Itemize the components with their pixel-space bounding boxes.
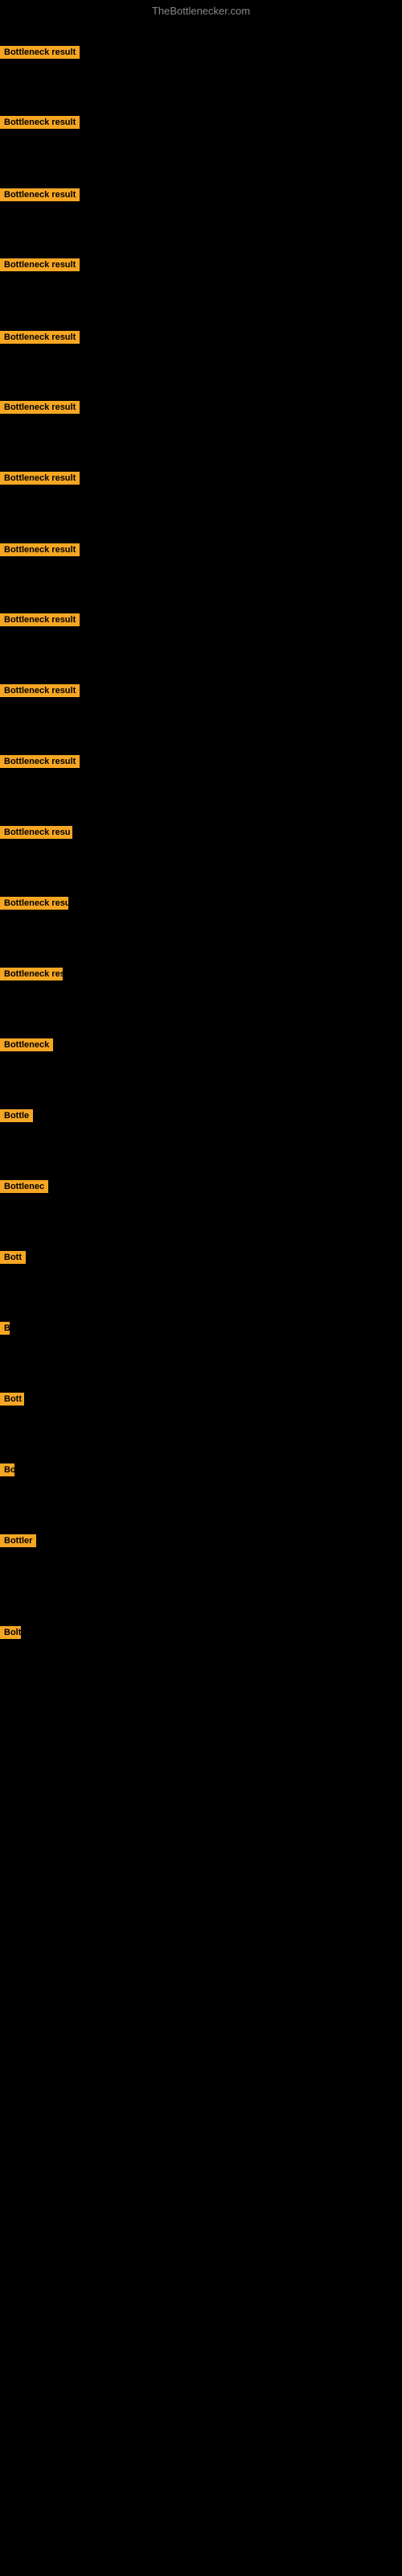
badge-text-4: Bottleneck result <box>0 331 80 344</box>
badge-text-14: Bottleneck <box>0 1038 53 1051</box>
badge-text-18: B <box>0 1322 10 1335</box>
badge-text-1: Bottleneck result <box>0 116 80 129</box>
badge-text-19: Bott <box>0 1393 24 1406</box>
badge-text-7: Bottleneck result <box>0 543 80 556</box>
badge-text-17: Bott <box>0 1251 26 1264</box>
badge-text-0: Bottleneck result <box>0 46 80 59</box>
bottleneck-badge-10: Bottleneck result <box>0 755 80 772</box>
bottleneck-badge-16: Bottlenec <box>0 1180 48 1197</box>
badge-text-3: Bottleneck result <box>0 258 80 271</box>
badge-text-10: Bottleneck result <box>0 755 80 768</box>
bottleneck-badge-11: Bottleneck resu <box>0 826 72 843</box>
badge-text-2: Bottleneck result <box>0 188 80 201</box>
bottleneck-badge-19: Bott <box>0 1393 24 1410</box>
bottleneck-badge-5: Bottleneck result <box>0 401 80 418</box>
bottleneck-badge-14: Bottleneck <box>0 1038 53 1055</box>
bottleneck-badge-2: Bottleneck result <box>0 188 80 205</box>
badge-text-22: Bolt <box>0 1626 21 1639</box>
bottleneck-badge-18: B <box>0 1322 10 1339</box>
bottleneck-badge-17: Bott <box>0 1251 26 1268</box>
bottleneck-badge-6: Bottleneck result <box>0 472 80 489</box>
bottleneck-badge-7: Bottleneck result <box>0 543 80 560</box>
bottleneck-badge-21: Bottler <box>0 1534 36 1551</box>
badge-text-6: Bottleneck result <box>0 472 80 485</box>
bottleneck-badge-9: Bottleneck result <box>0 684 80 701</box>
bottleneck-badge-13: Bottleneck res <box>0 968 63 985</box>
badge-text-13: Bottleneck res <box>0 968 63 980</box>
bottleneck-badge-4: Bottleneck result <box>0 331 80 348</box>
bottleneck-badge-3: Bottleneck result <box>0 258 80 275</box>
badge-text-16: Bottlenec <box>0 1180 48 1193</box>
badge-text-12: Bottleneck resu <box>0 897 68 910</box>
badge-text-20: Bo <box>0 1463 14 1476</box>
bottleneck-badge-1: Bottleneck result <box>0 116 80 133</box>
bottleneck-badge-0: Bottleneck result <box>0 46 80 63</box>
badge-text-5: Bottleneck result <box>0 401 80 414</box>
bottleneck-badge-15: Bottle <box>0 1109 33 1126</box>
bottleneck-badge-22: Bolt <box>0 1626 21 1643</box>
badge-text-21: Bottler <box>0 1534 36 1547</box>
bottleneck-badge-20: Bo <box>0 1463 14 1480</box>
badge-text-8: Bottleneck result <box>0 613 80 626</box>
badge-text-11: Bottleneck resu <box>0 826 72 839</box>
bottleneck-badge-8: Bottleneck result <box>0 613 80 630</box>
site-title: TheBottlenecker.com <box>0 5 402 17</box>
badge-text-15: Bottle <box>0 1109 33 1122</box>
badge-text-9: Bottleneck result <box>0 684 80 697</box>
bottleneck-badge-12: Bottleneck resu <box>0 897 68 914</box>
